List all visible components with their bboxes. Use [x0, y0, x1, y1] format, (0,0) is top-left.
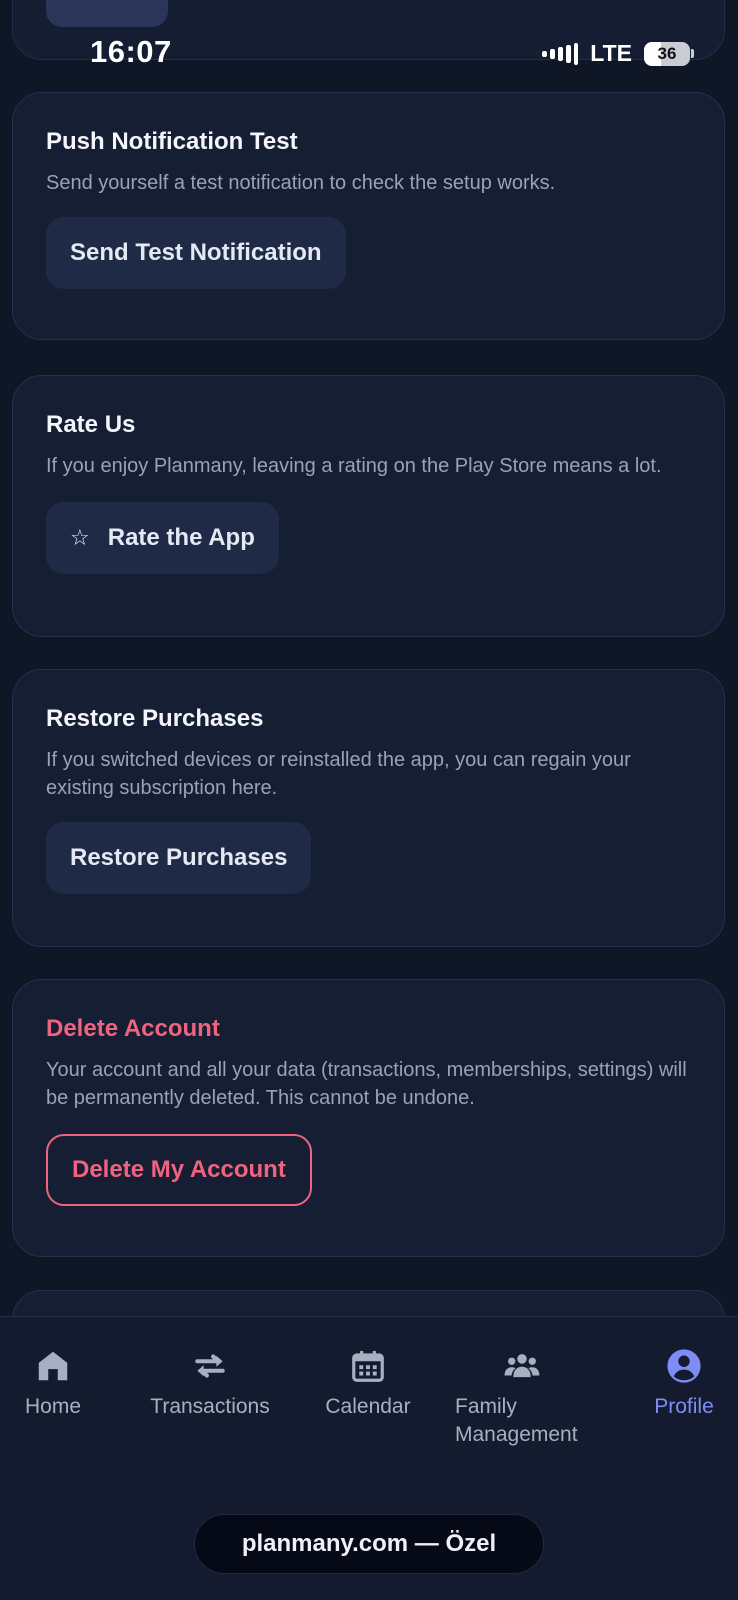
- transfer-arrows-icon: [195, 1354, 225, 1378]
- calendar-icon: [352, 1350, 384, 1382]
- restore-purchases-description: If you switched devices or reinstalled t…: [46, 749, 631, 799]
- browser-url-pill[interactable]: planmany.com — Özel: [194, 1514, 544, 1574]
- status-bar: 16:07 LTE 36: [0, 30, 738, 80]
- delete-account-card: Delete Account Your account and all your…: [12, 979, 725, 1257]
- nav-label-profile: Profile: [654, 1395, 714, 1418]
- status-time: 16:07: [90, 34, 172, 69]
- restore-purchases-button[interactable]: Restore Purchases: [46, 822, 312, 894]
- battery-icon: 36: [644, 41, 690, 66]
- signal-icon: [542, 42, 579, 65]
- profile-screen: 16:07 LTE 36 Push Notification Test Send…: [0, 0, 738, 1600]
- restore-purchases-title: Restore Purchases: [46, 705, 264, 732]
- send-test-notification-label: Send Test Notification: [70, 239, 322, 266]
- push-notification-card: Push Notification Test Send yourself a t…: [12, 92, 725, 340]
- profile-icon: [667, 1349, 701, 1383]
- restore-purchases-label: Restore Purchases: [70, 844, 288, 871]
- network-type: LTE: [590, 40, 632, 66]
- nav-label-home: Home: [24, 1395, 82, 1418]
- nav-item-family-management[interactable]: Family Management: [455, 1347, 595, 1449]
- rate-app-button[interactable]: ☆ Rate the App: [46, 502, 279, 574]
- rate-us-description: If you enjoy Planmany, leaving a rating …: [46, 455, 662, 477]
- star-icon: ☆: [70, 525, 90, 550]
- nav-label-calendar: Calendar: [325, 1395, 411, 1418]
- previous-card-button[interactable]: [46, 0, 168, 27]
- browser-url-label: planmany.com — Özel: [241, 1530, 497, 1557]
- nav-label-family-management: Family Management: [455, 1395, 578, 1446]
- delete-account-title: Delete Account: [46, 1015, 220, 1042]
- nav-item-transactions[interactable]: Transactions: [140, 1347, 280, 1421]
- push-notification-title: Push Notification Test: [46, 128, 298, 155]
- nav-item-home[interactable]: Home: [20, 1347, 86, 1421]
- family-icon: [504, 1354, 540, 1378]
- nav-item-profile[interactable]: Profile: [646, 1347, 722, 1421]
- battery-tip: [691, 49, 694, 58]
- nav-item-calendar[interactable]: Calendar: [318, 1347, 418, 1421]
- rate-us-card: Rate Us If you enjoy Planmany, leaving a…: [12, 375, 725, 637]
- delete-my-account-label: Delete My Account: [72, 1156, 286, 1183]
- push-notification-description: Send yourself a test notification to che…: [46, 172, 556, 194]
- delete-account-description: Your account and all your data (transact…: [46, 1059, 687, 1109]
- nav-label-transactions: Transactions: [150, 1395, 270, 1418]
- rate-app-label: Rate the App: [107, 524, 255, 551]
- battery-level: 36: [657, 43, 677, 63]
- send-test-notification-button[interactable]: Send Test Notification: [46, 217, 346, 289]
- status-indicators: LTE 36: [542, 40, 694, 67]
- rate-us-title: Rate Us: [46, 411, 136, 438]
- restore-purchases-card: Restore Purchases If you switched device…: [12, 669, 725, 947]
- delete-my-account-button[interactable]: Delete My Account: [46, 1134, 312, 1206]
- home-icon: [38, 1351, 68, 1381]
